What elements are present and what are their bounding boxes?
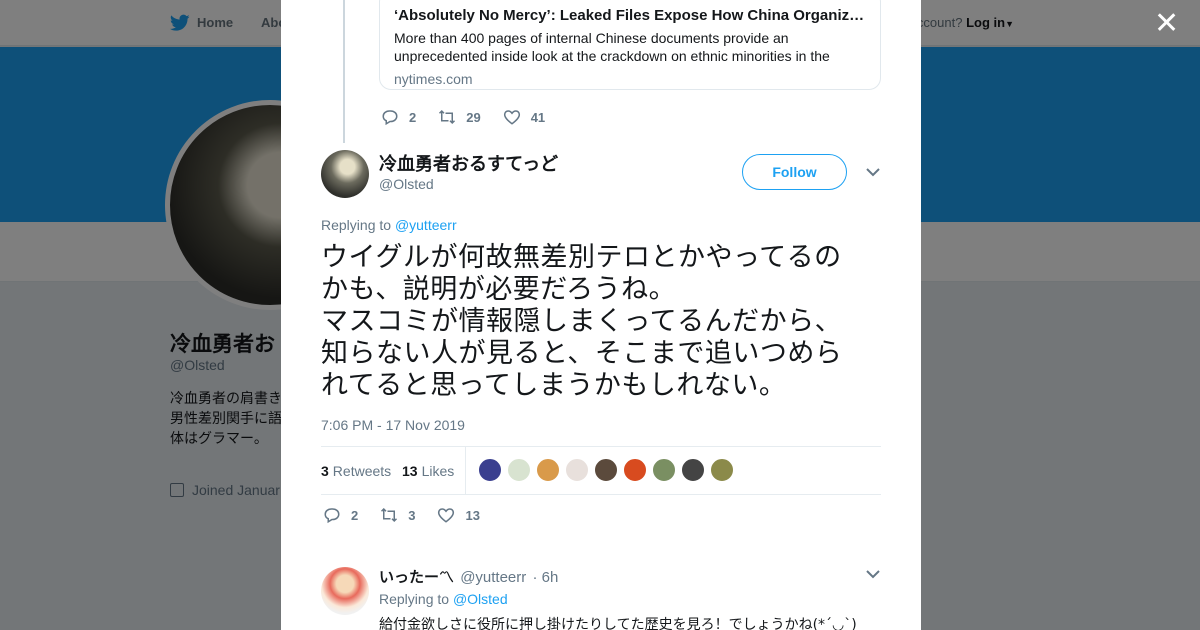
replying-handle-link[interactable]: @yutteerr [395,217,457,233]
chevron-down-icon[interactable] [866,570,880,579]
reply-time[interactable]: · 6h [532,569,558,586]
liker-avatar[interactable] [565,458,589,482]
reply-author-avatar[interactable] [321,567,369,615]
link-preview-card[interactable]: ‘Absolutely No Mercy’: Leaked Files Expo… [379,0,881,90]
reply-count: 2 [351,507,359,523]
reply-replying-prefix: Replying to [379,591,453,607]
reply-icon [382,110,398,126]
tweet-stats: 3 Retweets 13 Likes [321,446,881,495]
close-icon[interactable]: ✕ [1154,9,1179,39]
like-count: 13 [465,507,480,523]
liker-avatar[interactable] [652,458,676,482]
author-handle[interactable]: @Olsted [379,176,434,192]
reply-replying-handle-link[interactable]: @Olsted [453,591,508,607]
previous-tweet-actions: 2 29 41 [381,108,567,126]
tweet-text-line: ウイグルが何故無差別テロとかやってるの [321,242,842,273]
follow-button[interactable]: Follow [742,154,847,190]
author-name[interactable]: 冷血勇者おるすてっど [379,150,558,176]
reply-header: いったー〽 @yutteerr · 6h [379,566,558,587]
likes-label: Likes [421,462,455,479]
retweet-button[interactable]: 29 [438,108,481,126]
card-title: ‘Absolutely No Mercy’: Leaked Files Expo… [394,7,866,24]
retweets-stat[interactable]: 3 Retweets [321,447,391,494]
thread-connector-line [343,0,345,143]
author-avatar[interactable] [321,150,369,198]
retweet-icon [381,507,398,523]
tweet-text-line: 知らない人が見ると、そこまで追いつめら [321,338,843,369]
reply-replying-to: Replying to @Olsted [379,591,508,607]
reply-author-name[interactable]: いったー〽 [379,569,454,586]
liker-avatar[interactable] [507,458,531,482]
tweet-modal: ‘Absolutely No Mercy’: Leaked Files Expo… [281,0,921,630]
tweet-timestamp[interactable]: 7:06 PM - 17 Nov 2019 [321,417,465,433]
reply-text: 給付金欲しさに役所に押し掛けたりしてた歴史を見ろ！でしょうかね(*´◡`) [379,617,857,630]
retweet-count: 3 [408,507,416,523]
liker-avatar[interactable] [594,458,618,482]
like-button[interactable]: 41 [503,108,545,126]
stats-divider [465,447,466,494]
retweets-label: Retweets [332,462,392,479]
replying-prefix: Replying to [321,217,395,233]
retweets-count: 3 [321,462,329,479]
reply-author-handle[interactable]: @yutteerr [460,569,526,586]
tweet-text: ウイグルが何故無差別テロとかやってるの かも、説明が必要だろうね。 マスコミが情… [321,242,881,402]
tweet-text-line: れてると思ってしまうかもしれない。 [321,370,787,401]
reply-button[interactable]: 2 [323,506,358,524]
chevron-down-icon[interactable] [866,168,880,177]
retweet-count: 29 [466,109,481,125]
liker-avatar[interactable] [710,458,734,482]
likes-stat[interactable]: 13 Likes [402,447,454,494]
tweet-text-line: マスコミが情報隠しまくってるんだから、 [321,306,843,337]
heart-icon [503,110,520,125]
liker-avatar[interactable] [681,458,705,482]
reply-button[interactable]: 2 [381,108,416,126]
reply-count: 2 [409,109,417,125]
like-count: 41 [530,109,546,125]
tweet-actions: 2 3 13 [323,506,502,524]
tweet-text-line: かも、説明が必要だろうね。 [321,274,677,305]
like-button[interactable]: 13 [437,506,480,524]
liker-avatar[interactable] [478,458,502,482]
retweet-icon [439,109,456,125]
card-description: More than 400 pages of internal Chinese … [394,30,830,64]
reply-icon [324,508,340,524]
liker-avatar[interactable] [536,458,560,482]
liker-avatar[interactable] [623,458,647,482]
card-domain: nytimes.com [394,71,473,87]
replying-to: Replying to @yutteerr [321,217,457,233]
liker-avatars [478,458,739,482]
retweet-button[interactable]: 3 [380,506,415,524]
heart-icon [438,508,455,523]
likes-count: 13 [402,462,418,479]
